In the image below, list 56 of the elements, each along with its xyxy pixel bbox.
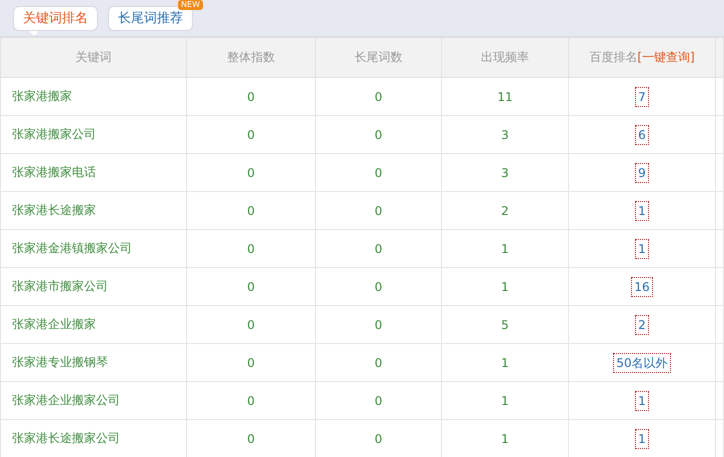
keyword-cell: 张家港专业搬钢琴: [0, 344, 186, 382]
table-cell: 0: [316, 306, 442, 344]
table-cell: 0: [186, 116, 316, 154]
table-cell: 0: [186, 230, 316, 268]
keyword-cell: 张家港搬家电话: [0, 154, 186, 192]
keyword-cell: 张家港企业搬家公司: [0, 382, 186, 420]
table-cell: 0: [316, 268, 442, 306]
column-header: 长尾词数: [316, 38, 442, 78]
table-cell: 1: [442, 268, 568, 306]
table-cell: 11: [442, 78, 568, 116]
table-cell: 0: [316, 78, 442, 116]
rank-link[interactable]: 6: [635, 124, 649, 144]
table-cell: 0: [316, 230, 442, 268]
column-header: 出现频率: [442, 38, 568, 78]
table-cell: 0: [186, 306, 316, 344]
rank-link[interactable]: 1: [635, 200, 649, 220]
table-cell: 0: [186, 192, 316, 230]
keyword-cell: 张家港市搬家公司: [0, 268, 186, 306]
table-cell: 0: [316, 154, 442, 192]
table-cell: 0: [186, 382, 316, 420]
table-cell: 0: [316, 116, 442, 154]
query-all-link[interactable]: [一键查询]: [637, 50, 695, 64]
keyword-cell: 张家港企业搬家: [0, 306, 186, 344]
table-cell: 3: [442, 154, 568, 192]
new-badge: NEW: [178, 0, 203, 10]
keyword-cell: 张家港搬家: [0, 78, 186, 116]
keyword-cell: 张家港金港镇搬家公司: [0, 230, 186, 268]
rank-link[interactable]: 1: [635, 428, 649, 448]
rank-link[interactable]: 2: [635, 314, 649, 334]
column-header: 整体指数: [186, 38, 316, 78]
rank-link[interactable]: 7: [635, 86, 649, 106]
rank-link[interactable]: 1: [635, 238, 649, 258]
rank-link[interactable]: 9: [635, 162, 649, 182]
table-cell: 2: [442, 192, 568, 230]
rank-link[interactable]: 50名以外: [613, 352, 671, 372]
rank-link[interactable]: 16: [631, 276, 653, 296]
table-cell: 0: [186, 268, 316, 306]
table-cell: 0: [186, 154, 316, 192]
table-cell: 5: [442, 306, 568, 344]
table-cell: 0: [316, 382, 442, 420]
table-cell: 0: [186, 344, 316, 382]
table-cell: 1: [442, 382, 568, 420]
keyword-cell: 张家港长途搬家公司: [0, 420, 186, 457]
table-cell: 0: [316, 192, 442, 230]
column-header-label: 百度排名: [589, 50, 638, 64]
tab[interactable]: 关键词排名: [13, 6, 98, 30]
keyword-cell: 张家港长途搬家: [0, 192, 186, 230]
tab[interactable]: 长尾词推荐: [108, 6, 193, 30]
column-header: 关键词: [0, 38, 186, 78]
table-cell: 0: [316, 344, 442, 382]
table-cell: 3: [442, 116, 568, 154]
table-cell: 0: [186, 78, 316, 116]
table-cell: 1: [442, 230, 568, 268]
rank-link[interactable]: 1: [635, 390, 649, 410]
table-cell: 1: [442, 344, 568, 382]
keyword-cell: 张家港搬家公司: [0, 116, 186, 154]
